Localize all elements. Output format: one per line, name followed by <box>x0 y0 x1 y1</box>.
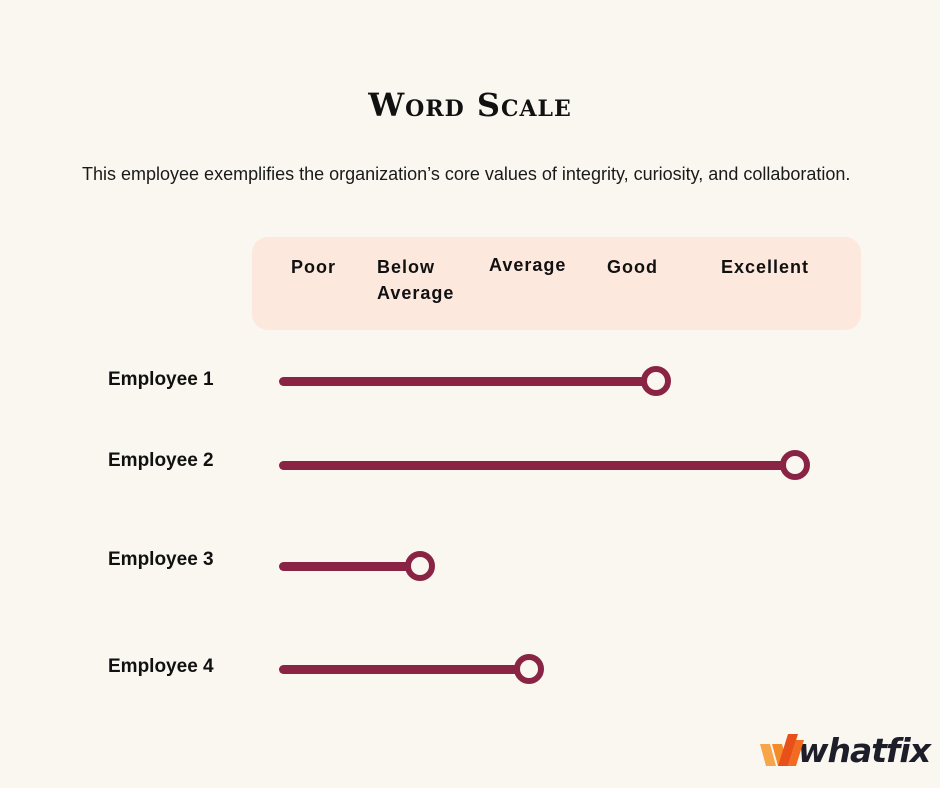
employee-label: Employee 3 <box>108 549 214 570</box>
scale-label-excellent: Excellent <box>721 257 810 277</box>
employee-label: Employee 4 <box>108 656 214 677</box>
rating-track <box>279 377 656 386</box>
employee-label: Employee 1 <box>108 369 214 390</box>
employee-label: Employee 2 <box>108 450 214 471</box>
scale-label-line: Below <box>377 257 436 277</box>
rating-marker[interactable] <box>514 654 544 684</box>
scale-label-poor: Poor <box>291 257 337 277</box>
page-title: Word Scale <box>368 86 572 124</box>
rating-track <box>279 461 795 470</box>
scale-label-line: Average <box>377 283 455 303</box>
brand-name: whatfix <box>798 730 931 770</box>
whatfix-logo-icon <box>760 734 804 766</box>
description: This employee exemplifies the organizati… <box>82 164 851 184</box>
scale-label-good: Good <box>607 257 658 277</box>
scale-label-below-average: Below Average <box>377 254 454 306</box>
rating-marker[interactable] <box>405 551 435 581</box>
rating-track <box>279 665 529 674</box>
rating-marker[interactable] <box>780 450 810 480</box>
scale-label-average: Average <box>489 255 567 275</box>
whatfix-logo: whatfix <box>758 728 931 772</box>
rating-track <box>279 562 420 571</box>
rating-marker[interactable] <box>641 366 671 396</box>
scale-header <box>252 237 861 330</box>
